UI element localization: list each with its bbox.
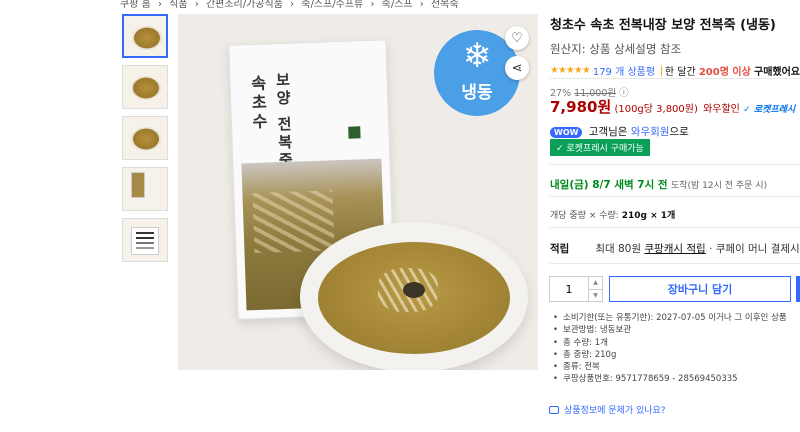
points-pay-note: · 쿠페이 머니 결제시 [709, 243, 800, 255]
rocket-fresh-available-badge: ✓ 로켓프레시 구매가능 [550, 139, 650, 156]
points-label: 적립 [550, 243, 570, 255]
pouch-title: 보양 전복죽 [273, 71, 295, 171]
buy-count-prefix: 한 달간 [664, 67, 696, 78]
wow-text-prefix: 고객님은 [588, 126, 628, 138]
rating-row: ★★★★★ 179 개 상품평 한 달간 200명 이상 구매했어요 [550, 63, 800, 78]
points-max: 최대 80원 [595, 243, 642, 255]
breadcrumb-separator: › [370, 0, 375, 10]
thumbnail-image [131, 127, 161, 151]
frozen-label: 냉동 [461, 83, 493, 103]
pouch-brand: 속초수 [247, 74, 269, 133]
thumbnail-main[interactable] [122, 14, 168, 58]
detail-item: 종류: 전복 [553, 361, 787, 373]
divider [550, 164, 800, 165]
detail-item: 총 중량: 210g [553, 349, 787, 361]
breadcrumb-item[interactable]: 죽/스프 [382, 0, 413, 10]
quantity-steps: ▲ ▼ [588, 277, 602, 301]
buy-count-number: 200명 이상 [698, 67, 751, 78]
product-title: 청초수 속초 전복내장 보양 전복죽 (냉동) [550, 18, 776, 33]
product-origin: 원산지: 상품 상세설명 참조 [550, 42, 682, 56]
product-details-list: 소비기한(또는 유통기한): 2027-07-05 이거나 그 이후인 상품 보… [553, 312, 787, 386]
breadcrumb-item[interactable]: 식품 [169, 0, 187, 10]
delivery-info: 내일(금) 8/7 새벽 7시 전 도착(밤 12시 전 주문 시) [550, 177, 767, 192]
delivery-date: 내일(금) 8/7 새벽 7시 전 [550, 179, 668, 191]
wishlist-button[interactable]: ♡ [505, 26, 529, 50]
report-problem-label: 상품정보에 문제가 있나요? [564, 406, 666, 416]
thumbnail-bowl-closeup[interactable] [122, 116, 168, 160]
quantity-stepper: ▲ ▼ [549, 276, 603, 302]
unit-price: (100g당 3,800원) [614, 104, 698, 115]
soup [318, 242, 510, 354]
member-discount-label: 와우할인 [703, 104, 740, 115]
breadcrumb-item[interactable]: 쿠팡 홈 [120, 0, 151, 10]
buy-count-text: 한 달간 200명 이상 구매했어요 [665, 63, 800, 78]
thumbnail-image [131, 172, 145, 198]
breadcrumb-separator: › [290, 0, 295, 10]
thumbnail-label[interactable] [122, 218, 168, 262]
rocket-fresh-label: 로켓프레시 [753, 105, 796, 115]
quantity-up-icon[interactable]: ▲ [589, 277, 602, 290]
price-row: 7,980원 (100g당 3,800원) 와우할인 ✓ 로켓프레시 [550, 96, 795, 117]
thumbnail-image [131, 227, 159, 255]
breadcrumb-item[interactable]: 죽/스프/수프류 [301, 0, 363, 10]
star-rating-icon: ★★★★★ [550, 65, 591, 76]
review-count-link[interactable]: 179 개 상품평 [593, 63, 655, 78]
weight-info: 개당 중량 × 수량: 210g × 1개 [550, 208, 675, 221]
breadcrumb-item[interactable]: 전복죽 [431, 0, 459, 10]
detail-item: 총 수량: 1개 [553, 337, 787, 349]
chat-icon [549, 405, 559, 414]
detail-item: 쿠팡상품번호: 9571778659 - 28569450335 [553, 373, 787, 385]
breadcrumb-separator: › [157, 0, 162, 10]
quantity-input[interactable] [550, 277, 588, 301]
add-to-cart-button[interactable]: 장바구니 담기 [609, 276, 791, 302]
weight-value: 210g × 1개 [621, 211, 676, 221]
thumbnail-list [122, 14, 170, 269]
thumbnail-bowl[interactable] [122, 65, 168, 109]
wow-text-suffix: 으로 [669, 126, 689, 138]
wow-member-link[interactable]: 와우회원 [631, 126, 670, 138]
heart-icon: ♡ [511, 30, 523, 46]
rocket-fresh-icon: ✓ [743, 105, 751, 115]
divider [550, 227, 800, 228]
wow-badge: WOW [550, 127, 583, 138]
product-info: 청초수 속초 전복내장 보양 전복죽 (냉동) 원산지: 상품 상세설명 참조 … [550, 14, 800, 78]
buy-count-icon [661, 64, 662, 77]
breadcrumb-separator: › [194, 0, 199, 10]
divider [550, 263, 800, 264]
report-problem-link[interactable]: 상품정보에 문제가 있나요? [549, 403, 666, 416]
divider [550, 196, 800, 197]
breadcrumb-separator: › [419, 0, 424, 10]
sale-price: 7,980원 [550, 98, 612, 116]
breadcrumb-item[interactable]: 간편조리/가공식품 [206, 0, 283, 10]
thumbnail-package[interactable] [122, 167, 168, 211]
quantity-down-icon[interactable]: ▼ [589, 290, 602, 302]
thumbnail-image [132, 26, 162, 50]
buy-count-suffix: 구매했어요 [754, 67, 800, 78]
share-button[interactable]: ⋖ [505, 56, 529, 80]
weight-label: 개당 중량 × 수량: [550, 211, 619, 221]
soup-bowl [300, 222, 528, 370]
share-icon: ⋖ [511, 60, 523, 76]
divider [550, 78, 800, 79]
detail-item: 소비기한(또는 유통기한): 2027-07-05 이거나 그 이후인 상품 [553, 312, 787, 324]
delivery-note: (밤 12시 전 주문 시) [687, 181, 768, 191]
detail-item: 보관방법: 냉동보관 [553, 324, 787, 336]
delivery-label: 도착 [670, 181, 688, 191]
buy-now-button[interactable] [796, 276, 800, 302]
wow-row: WOW 고객님은 와우회원으로 [550, 124, 689, 139]
thumbnail-image [131, 76, 161, 100]
coupang-cash-link[interactable]: 쿠팡캐시 적립 [644, 243, 705, 255]
pouch-badge [348, 126, 361, 139]
points-row: 적립 최대 80원 쿠팡캐시 적립 · 쿠페이 머니 결제시 [550, 241, 800, 256]
breadcrumb: 쿠팡 홈 › 식품 › 간편조리/가공식품 › 죽/스프/수프류 › 죽/스프 … [120, 0, 463, 10]
